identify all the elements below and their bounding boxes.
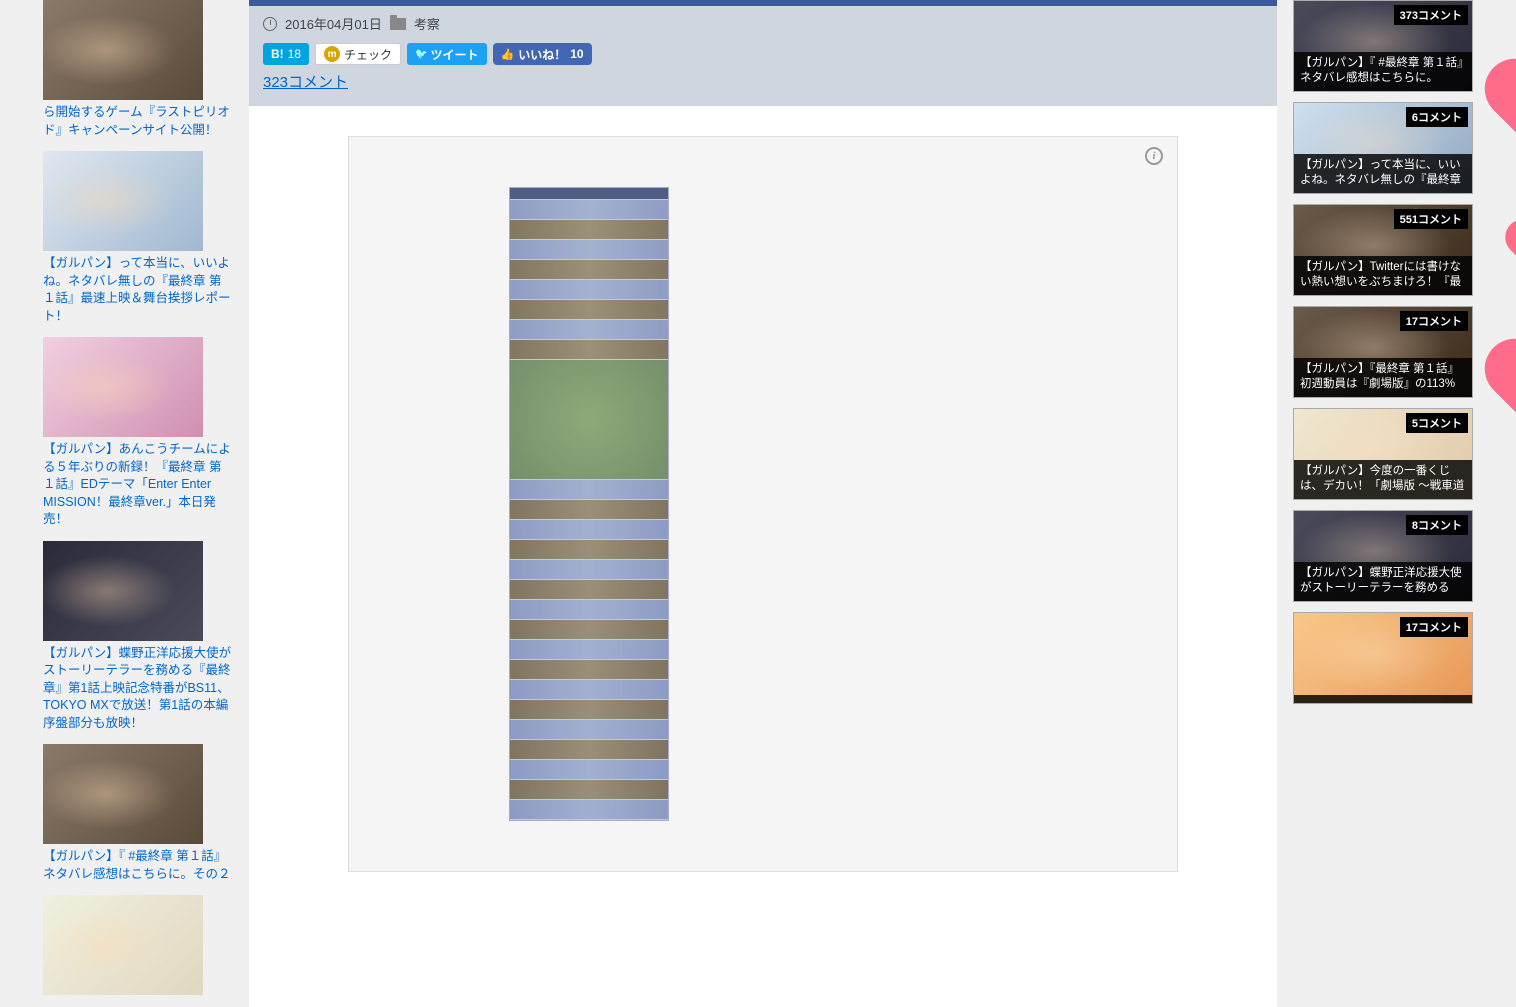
item-caption: 【ガルパン】『最終章 第１話』初週動員は『劇場版』の113% (1294, 358, 1472, 397)
article-link[interactable]: 【ガルパン】『 #最終章 第１話』ネタバレ感想はこちらに。その２ (43, 849, 231, 881)
fb-count: 10 (570, 47, 583, 61)
thumbnail-image[interactable] (43, 541, 203, 641)
right-sidebar-item[interactable]: 6コメント 【ガルパン】って本当に、いいよね。ネタバレ無しの『最終章 (1293, 102, 1473, 194)
facebook-button[interactable]: 👍 いいね！ 10 (493, 43, 592, 65)
article-link[interactable]: 【ガルパン】あんこうチームによる５年ぶりの新録！『最終章 第１話』EDテーマ「E… (43, 442, 231, 526)
thumbnail-image[interactable] (43, 0, 203, 100)
thumbnail-image[interactable] (43, 337, 203, 437)
right-sidebar: 373コメント 【ガルパン】『 #最終章 第１話』ネタバレ感想はこちらに。 6コ… (1293, 0, 1473, 1007)
article-body: i (249, 106, 1277, 902)
comment-count-badge: 17コメント (1400, 617, 1468, 637)
article-date: 2016年04月01日 (285, 14, 382, 33)
comment-count-link[interactable]: 323コメント (263, 74, 348, 91)
left-sidebar: ら開始するゲーム『ラストピリオド』キャンペーンサイト公開！ 【ガルパン】って本当… (43, 0, 233, 1007)
twitter-label: ツイート (431, 46, 479, 63)
info-icon[interactable]: i (1145, 147, 1163, 165)
mixi-icon: m (324, 46, 340, 62)
thumbnail-image[interactable] (43, 151, 203, 251)
folder-icon (390, 18, 406, 30)
article-meta: 2016年04月01日 考察 (263, 14, 1263, 33)
left-sidebar-item: 【ガルパン】って本当に、いいよね。ネタバレ無しの『最終章 第１話』最速上映＆舞台… (43, 151, 233, 325)
left-sidebar-item (43, 895, 233, 995)
comment-count-badge: 373コメント (1394, 5, 1468, 25)
comment-count-badge: 17コメント (1400, 311, 1468, 331)
right-sidebar-item[interactable]: 17コメント 【ガルパン】『最終章 第１話』初週動員は『劇場版』の113% (1293, 306, 1473, 398)
mixi-button[interactable]: m チェック (315, 43, 401, 65)
item-caption: 【ガルパン】って本当に、いいよね。ネタバレ無しの『最終章 (1294, 154, 1472, 193)
right-sidebar-item[interactable]: 8コメント 【ガルパン】蝶野正洋応援大使がストーリーテラーを務める (1293, 510, 1473, 602)
item-caption: 【ガルパン】今度の一番くじは、デカい！「劇場版 ～戦車道 (1294, 460, 1472, 499)
comment-count-badge: 8コメント (1406, 515, 1468, 535)
right-sidebar-item[interactable]: 373コメント 【ガルパン】『 #最終章 第１話』ネタバレ感想はこちらに。 (1293, 0, 1473, 92)
right-sidebar-item[interactable]: 5コメント 【ガルパン】今度の一番くじは、デカい！「劇場版 ～戦車道 (1293, 408, 1473, 500)
article-link[interactable]: 【ガルパン】って本当に、いいよね。ネタバレ無しの『最終章 第１話』最速上映＆舞台… (43, 256, 231, 323)
left-sidebar-item: 【ガルパン】『 #最終章 第１話』ネタバレ感想はこちらに。その２ (43, 744, 233, 883)
hatena-button[interactable]: B! 18 (263, 43, 309, 65)
hatena-label: B! (271, 47, 284, 61)
mixi-label: チェック (344, 46, 392, 63)
twitter-button[interactable]: ツイート (407, 43, 486, 65)
thumbnail-image[interactable] (43, 744, 203, 844)
comment-count-badge: 551コメント (1394, 209, 1468, 229)
article-header: 2016年04月01日 考察 B! 18 m チェック ツイート 👍 (249, 0, 1277, 106)
thumbnail-image[interactable] (43, 895, 203, 995)
item-caption (1294, 695, 1472, 703)
item-caption: 【ガルパン】蝶野正洋応援大使がストーリーテラーを務める (1294, 562, 1472, 601)
right-sidebar-item[interactable]: 17コメント (1293, 612, 1473, 704)
item-caption: 【ガルパン】『 #最終章 第１話』ネタバレ感想はこちらに。 (1294, 52, 1472, 91)
embedded-image[interactable] (509, 187, 669, 821)
share-buttons: B! 18 m チェック ツイート 👍 いいね！ 10 (263, 43, 1263, 65)
comment-count-badge: 5コメント (1406, 413, 1468, 433)
left-sidebar-item: 【ガルパン】あんこうチームによる５年ぶりの新録！『最終章 第１話』EDテーマ「E… (43, 337, 233, 529)
item-caption: 【ガルパン】Twitterには書けない熱い想いをぶちまけろ！『最 (1294, 256, 1472, 295)
left-sidebar-item: 【ガルパン】蝶野正洋応援大使がストーリーテラーを務める『最終章』第1話上映記念特… (43, 541, 233, 733)
article-category: 考察 (414, 14, 440, 33)
article-link[interactable]: ら開始するゲーム『ラストピリオド』キャンペーンサイト公開！ (43, 105, 230, 137)
clock-icon (263, 17, 277, 31)
main-content: 2016年04月01日 考察 B! 18 m チェック ツイート 👍 (249, 0, 1277, 1007)
thumb-up-icon: 👍 (501, 48, 515, 61)
right-sidebar-item[interactable]: 551コメント 【ガルパン】Twitterには書けない熱い想いをぶちまけろ！『最 (1293, 204, 1473, 296)
article-link[interactable]: 【ガルパン】蝶野正洋応援大使がストーリーテラーを務める『最終章』第1話上映記念特… (43, 646, 231, 730)
left-sidebar-item: ら開始するゲーム『ラストピリオド』キャンペーンサイト公開！ (43, 0, 233, 139)
image-embed-frame: i (348, 136, 1178, 872)
hatena-count: 18 (288, 47, 301, 61)
fb-label: いいね！ (518, 46, 566, 63)
comment-count-badge: 6コメント (1406, 107, 1468, 127)
